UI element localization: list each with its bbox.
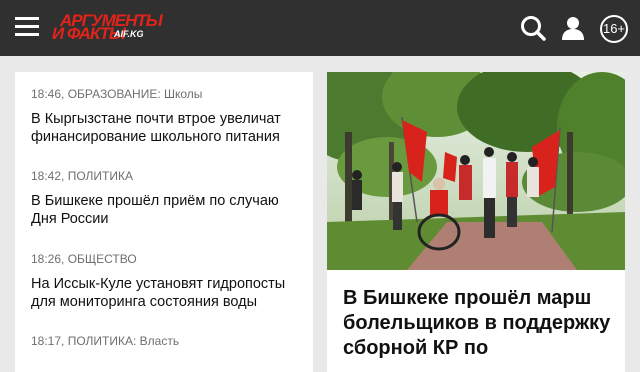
news-item[interactable]: 18:26, ОБЩЕСТВО На Иссык-Куле установят …: [31, 252, 301, 311]
news-rubric[interactable]: ОБЩЕСТВО: [68, 252, 137, 266]
news-meta: 18:46, ОБРАЗОВАНИЕ: Школы: [31, 87, 203, 101]
news-meta: 18:26, ОБЩЕСТВО: [31, 252, 137, 266]
news-time: 18:42: [31, 169, 62, 183]
featured-title[interactable]: В Бишкеке прошёл марш болельщиков в подд…: [343, 286, 615, 361]
featured-article[interactable]: В Бишкеке прошёл марш болельщиков в подд…: [327, 72, 625, 372]
news-title[interactable]: В Кыргызстане почти втрое увеличат финан…: [31, 110, 301, 146]
news-meta: 18:17, ПОЛИТИКА: Власть: [31, 334, 180, 348]
news-rubric[interactable]: ОБРАЗОВАНИЕ: Школы: [68, 87, 203, 101]
site-logo[interactable]: АРГУМЕНТЫ И ФАКТЫ AIF.KG: [52, 11, 163, 43]
menu-icon[interactable]: [15, 17, 39, 37]
age-rating-badge: 16+: [600, 15, 628, 43]
logo-domain: AIF.KG: [114, 29, 144, 39]
user-icon[interactable]: [559, 14, 587, 42]
news-title[interactable]: На Иссык-Куле установят гидропосты для м…: [31, 275, 301, 311]
news-title[interactable]: В Бишкеке прошёл приём по случаю Дня Рос…: [31, 192, 301, 228]
news-rubric[interactable]: ПОЛИТИКА: Власть: [68, 334, 179, 348]
news-rubric[interactable]: ПОЛИТИКА: [68, 169, 133, 183]
news-item[interactable]: 18:17, ПОЛИТИКА: Власть: [31, 334, 301, 357]
news-time: 18:26: [31, 252, 62, 266]
featured-photo[interactable]: [327, 72, 625, 270]
news-item[interactable]: 18:46, ОБРАЗОВАНИЕ: Школы В Кыргызстане …: [31, 87, 301, 146]
news-item[interactable]: 18:42, ПОЛИТИКА В Бишкеке прошёл приём п…: [31, 169, 301, 228]
news-meta: 18:42, ПОЛИТИКА: [31, 169, 133, 183]
search-icon[interactable]: [519, 14, 547, 42]
news-time: 18:46: [31, 87, 62, 101]
top-header: АРГУМЕНТЫ И ФАКТЫ AIF.KG 16+: [0, 0, 640, 56]
news-time: 18:17: [31, 334, 62, 348]
news-feed: 18:46, ОБРАЗОВАНИЕ: Школы В Кыргызстане …: [15, 72, 313, 372]
